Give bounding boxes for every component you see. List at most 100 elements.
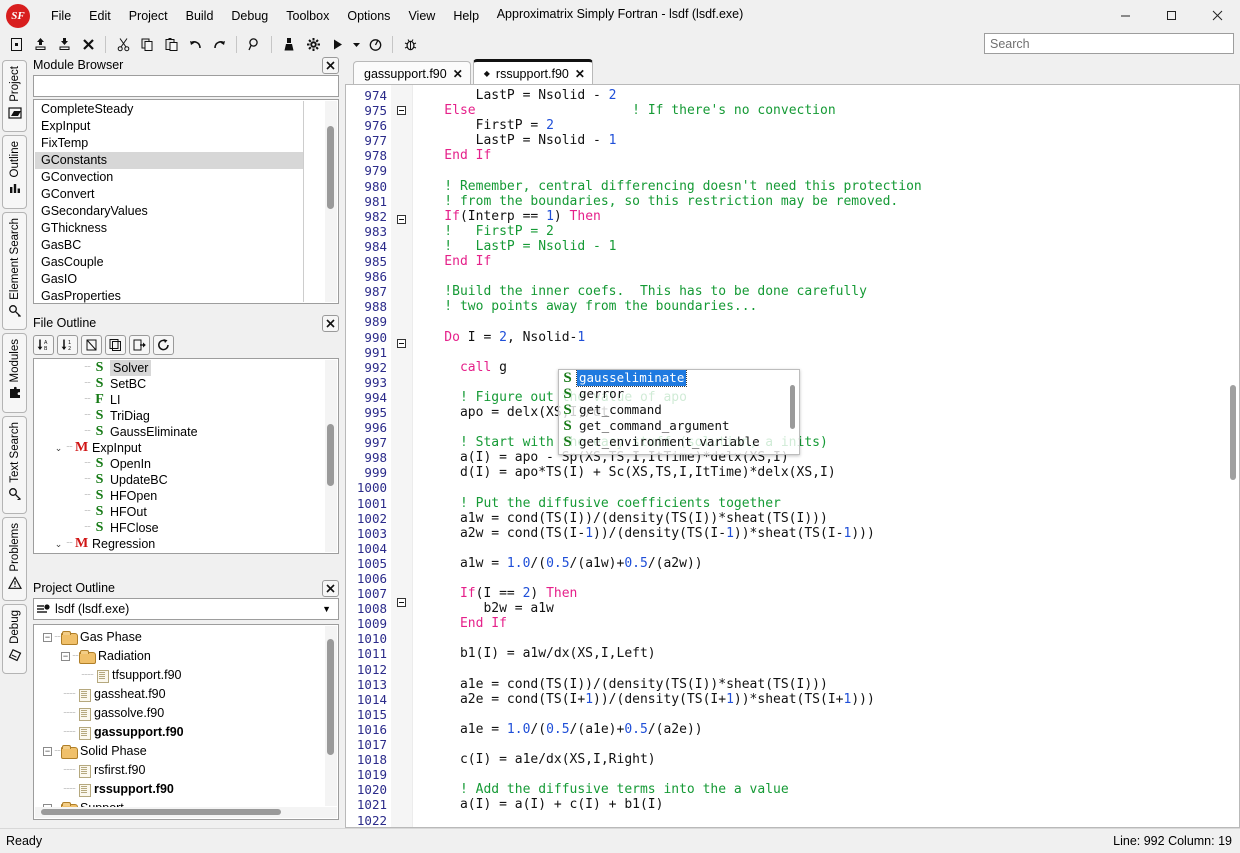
code-line[interactable]	[413, 269, 1239, 284]
file-outline-row[interactable]: ┈ S OpenIn	[35, 456, 324, 472]
autocomplete-scrollbar[interactable]	[787, 371, 798, 453]
module-list-item[interactable]: GasProperties	[35, 288, 303, 303]
file-outline-row[interactable]: ┈ S HFOpen	[35, 488, 324, 504]
project-tree-hscrollbar[interactable]	[35, 807, 337, 818]
sidebar-item-debug[interactable]: Debug	[2, 604, 27, 674]
run-dropdown-icon[interactable]	[349, 33, 363, 55]
sidebar-item-modules[interactable]: Modules	[2, 333, 27, 413]
minimize-button[interactable]	[1102, 0, 1148, 31]
file-outline-row[interactable]: ┈ S HFClose	[35, 520, 324, 536]
code-line[interactable]: LastP = Nsolid - 1	[413, 133, 1239, 148]
code-line[interactable]: !Build the inner coefs. This has to be d…	[413, 284, 1239, 299]
cut-icon[interactable]	[111, 33, 135, 55]
project-tree-hscroll-thumb[interactable]	[41, 809, 281, 815]
autocomplete-popup[interactable]: Sgausseliminate Sgerror Sget_command Sget_c…	[558, 369, 800, 455]
code-line[interactable]: ! FirstP = 2	[413, 224, 1239, 239]
code-line[interactable]: Do I = 2, Nsolid-1	[413, 330, 1239, 345]
refresh-icon[interactable]	[153, 335, 174, 355]
menu-options[interactable]: Options	[338, 5, 399, 27]
module-filter-input[interactable]	[33, 75, 339, 97]
file-outline-row[interactable]: ┈ S UpdateBC	[35, 472, 324, 488]
project-tree-row[interactable]: − ┈ Gas Phase	[35, 628, 324, 647]
expand-all-icon[interactable]	[105, 335, 126, 355]
project-tree-row[interactable]: − ┈ Radiation	[35, 647, 324, 666]
fold-collapse-icon[interactable]	[397, 338, 406, 348]
code-line[interactable]	[413, 707, 1239, 722]
menu-help[interactable]: Help	[444, 5, 488, 27]
tree-collapse-toggle[interactable]: −	[43, 747, 52, 756]
sidebar-item-text-search[interactable]: Text Search	[2, 416, 27, 514]
save-file-icon[interactable]	[52, 33, 76, 55]
sidebar-item-outline[interactable]: Outline	[2, 135, 27, 209]
menu-project[interactable]: Project	[120, 5, 177, 27]
code-line[interactable]: a(I) = a(I) + c(I) + b1(I)	[413, 797, 1239, 812]
goto-icon[interactable]	[129, 335, 150, 355]
chevron-down-icon[interactable]: ⌄	[53, 536, 64, 552]
module-list-item[interactable]: ExpInput	[35, 118, 303, 135]
code-line[interactable]: a1e = cond(TS(I))/(density(TS(I))*sheat(…	[413, 677, 1239, 692]
module-list-item[interactable]: GasIO	[35, 271, 303, 288]
code-line[interactable]: ! LastP = Nsolid - 1	[413, 239, 1239, 254]
code-line[interactable]	[413, 420, 1239, 435]
menu-edit[interactable]: Edit	[80, 5, 120, 27]
module-list-scroll-thumb[interactable]	[327, 126, 334, 209]
project-tree-row[interactable]: ┈┈ gassheat.f90	[35, 685, 324, 704]
module-list-item[interactable]: CompleteSteady	[35, 101, 303, 118]
editor-vertical-scrollbar[interactable]	[1227, 85, 1239, 827]
file-outline-scroll-thumb[interactable]	[327, 424, 334, 486]
code-line[interactable]: a1w = cond(TS(I))/(density(TS(I))*sheat(…	[413, 511, 1239, 526]
editor-scroll-thumb[interactable]	[1230, 385, 1236, 480]
sidebar-item-project[interactable]: Project	[2, 60, 27, 132]
chevron-down-icon[interactable]: ⌄	[53, 440, 64, 456]
close-file-icon[interactable]	[76, 33, 100, 55]
code-line[interactable]: ! Put the diffusive coefficients togethe…	[413, 496, 1239, 511]
project-tree-row[interactable]: ┈┈ tfsupport.f90	[35, 666, 324, 685]
file-outline-row[interactable]: ┈ S TriDiag	[35, 408, 324, 424]
code-line[interactable]: FirstP = 2	[413, 118, 1239, 133]
file-outline-row[interactable]: ┈ F LI	[35, 392, 324, 408]
maximize-button[interactable]	[1148, 0, 1194, 31]
project-tree-row[interactable]: ┈┈ notreal.f90	[35, 818, 324, 819]
project-tree-scrollbar[interactable]	[325, 626, 337, 806]
code-text[interactable]: LastP = Nsolid - 2 Else ! If there's no …	[413, 85, 1239, 827]
code-line[interactable]: End If	[413, 148, 1239, 163]
fold-collapse-icon[interactable]	[397, 214, 406, 224]
menu-debug[interactable]: Debug	[222, 5, 277, 27]
open-file-icon[interactable]	[28, 33, 52, 55]
project-outline-close-icon[interactable]	[322, 579, 339, 597]
file-outline-row[interactable]: ┈ S HFOut	[35, 504, 324, 520]
project-tree-row[interactable]: ┈┈ gassupport.f90	[35, 723, 324, 742]
file-outline-close-icon[interactable]	[322, 314, 339, 332]
project-tree-row[interactable]: ┈┈ rsfirst.f90	[35, 761, 324, 780]
code-line[interactable]	[413, 345, 1239, 360]
module-list-item[interactable]: GConvert	[35, 186, 303, 203]
menu-build[interactable]: Build	[177, 5, 223, 27]
code-line[interactable]: d(I) = apo*TS(I) + Sc(XS,TS,I,ItTime)*de…	[413, 465, 1239, 480]
code-line[interactable]: ! two points away from the boundaries...	[413, 299, 1239, 314]
editor-tab-rssupport[interactable]: ◆ rssupport.f90 ✕	[472, 59, 593, 85]
module-list-item[interactable]: GasCouple	[35, 254, 303, 271]
redo-icon[interactable]	[207, 33, 231, 55]
autocomplete-item[interactable]: Sget_command	[559, 402, 799, 418]
search-input[interactable]	[984, 33, 1234, 54]
code-line[interactable]: If(Interp == 1) Then	[413, 209, 1239, 224]
code-line[interactable]: ! Start with the easy stuff (solution, a…	[413, 435, 1239, 450]
close-icon[interactable]: ✕	[453, 67, 463, 81]
code-line[interactable]: ! Add the diffusive terms into the a val…	[413, 782, 1239, 797]
module-list-item[interactable]: GasBC	[35, 237, 303, 254]
project-tree-row[interactable]: ┈┈ gassolve.f90	[35, 704, 324, 723]
chevron-down-icon[interactable]: ▼	[322, 604, 335, 614]
file-outline-tree[interactable]: ┈ S Solver ┈ S SetBC ┈ F LI ┈ S TriDiag ┈ S GaussElimi…	[33, 358, 339, 554]
file-outline-row[interactable]: ┈ S GaussEliminate	[35, 424, 324, 440]
stopwatch-icon[interactable]	[363, 33, 387, 55]
code-line[interactable]: ! from the boundaries, so this restricti…	[413, 194, 1239, 209]
close-button[interactable]	[1194, 0, 1240, 31]
autocomplete-scroll-thumb[interactable]	[790, 385, 795, 429]
sort-alpha-icon[interactable]: AB	[33, 335, 54, 355]
module-list-item[interactable]: GConvection	[35, 169, 303, 186]
menu-toolbox[interactable]: Toolbox	[277, 5, 338, 27]
code-line[interactable]: apo = delx(XS,I)/dt	[413, 405, 1239, 420]
paste-icon[interactable]	[159, 33, 183, 55]
file-outline-row[interactable]: ⌄ ┈ M ExpInput	[35, 440, 324, 456]
copy-icon[interactable]	[135, 33, 159, 55]
